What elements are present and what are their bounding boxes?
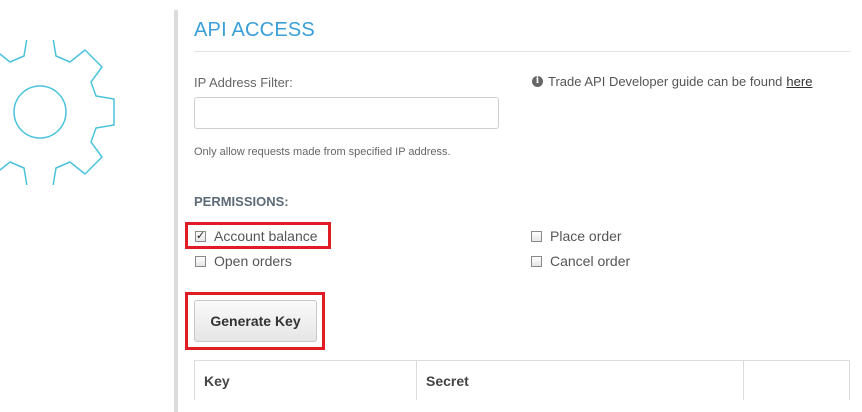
gear-icon: [0, 40, 115, 185]
open-orders-label: Open orders: [214, 253, 292, 269]
cancel-order-checkbox[interactable]: [531, 255, 542, 267]
permission-open-orders[interactable]: Open orders: [195, 253, 292, 269]
place-order-checkbox[interactable]: [531, 230, 542, 242]
cancel-order-label: Cancel order: [550, 253, 631, 269]
place-order-label: Place order: [550, 228, 622, 244]
generate-key-highlight: [185, 292, 325, 350]
developer-guide-note: i Trade API Developer guide can be found…: [532, 74, 812, 89]
account-balance-highlight: [185, 222, 331, 249]
ip-filter-help: Only allow requests made from specified …: [194, 146, 451, 158]
developer-guide-link[interactable]: here: [786, 74, 812, 89]
developer-guide-text: Trade API Developer guide can be found: [548, 74, 783, 89]
permission-place-order[interactable]: Place order: [531, 228, 622, 244]
permission-cancel-order[interactable]: Cancel order: [531, 253, 630, 269]
vertical-divider: [174, 10, 178, 412]
table-header-actions: [744, 361, 849, 400]
page-title: API ACCESS: [194, 19, 315, 41]
table-header-key: Key: [195, 361, 417, 400]
ip-filter-label: IP Address Filter:: [194, 75, 293, 90]
open-orders-checkbox[interactable]: [195, 255, 206, 267]
ip-filter-input[interactable]: [194, 97, 499, 129]
info-icon: i: [532, 76, 543, 87]
permissions-heading: PERMISSIONS:: [194, 194, 289, 209]
table-header-secret: Secret: [417, 361, 744, 400]
title-underline: [194, 51, 850, 52]
keys-table: Key Secret: [194, 360, 850, 400]
